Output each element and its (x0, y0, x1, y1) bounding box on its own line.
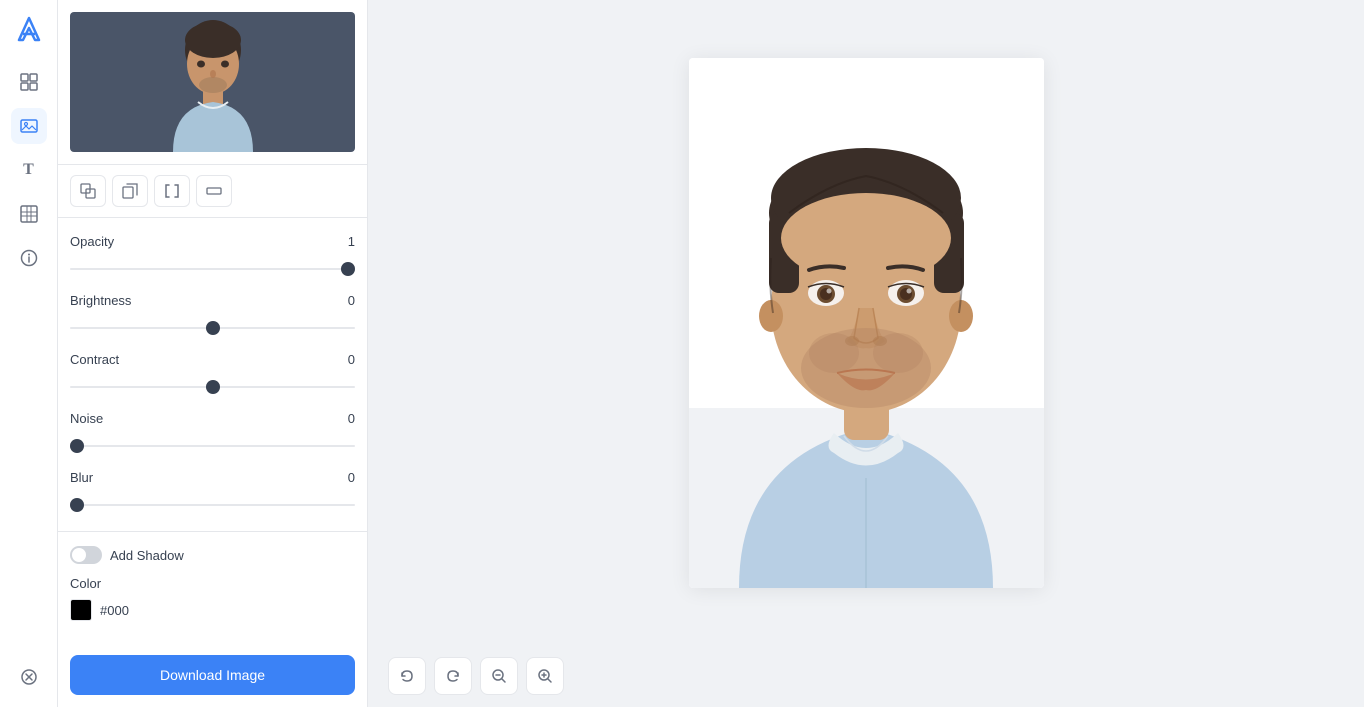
icon-sidebar: T (0, 0, 58, 707)
zoom-out-button[interactable] (480, 657, 518, 695)
add-shadow-label: Add Shadow (110, 548, 184, 563)
contrast-value: 0 (348, 352, 355, 367)
color-swatch-row: #000 (70, 599, 355, 621)
brightness-label: Brightness (70, 293, 131, 308)
app-logo (11, 12, 47, 48)
photo-frame (689, 58, 1044, 588)
blur-header: Blur 0 (70, 470, 355, 485)
brightness-value: 0 (348, 293, 355, 308)
shadow-toggle-row: Add Shadow (70, 546, 355, 564)
noise-value: 0 (348, 411, 355, 426)
redo-button[interactable] (434, 657, 472, 695)
toggle-knob (72, 548, 86, 562)
main-portrait (689, 58, 1044, 588)
contrast-label: Contract (70, 352, 119, 367)
bottom-toolbar (368, 645, 1364, 707)
noise-label: Noise (70, 411, 103, 426)
blur-value: 0 (348, 470, 355, 485)
contrast-header: Contract 0 (70, 352, 355, 367)
main-canvas (368, 0, 1364, 707)
opacity-label: Opacity (70, 234, 114, 249)
crop-ratio-btn[interactable] (196, 175, 232, 207)
sidebar-grid-btn[interactable] (11, 64, 47, 100)
shadow-color-swatch[interactable] (70, 599, 92, 621)
contrast-slider[interactable] (70, 386, 355, 388)
shadow-color-hex: #000 (100, 603, 129, 618)
noise-slider[interactable] (70, 445, 355, 447)
thumbnail-area (58, 0, 367, 165)
crop-bracket-btn[interactable] (154, 175, 190, 207)
shadow-section: Add Shadow Color #000 (58, 531, 367, 643)
blur-group: Blur 0 (70, 470, 355, 511)
crop-tools (58, 165, 367, 218)
blur-label: Blur (70, 470, 93, 485)
sidebar-image-btn[interactable] (11, 108, 47, 144)
canvas-content (368, 0, 1364, 645)
shadow-toggle[interactable] (70, 546, 102, 564)
brightness-header: Brightness 0 (70, 293, 355, 308)
noise-group: Noise 0 (70, 411, 355, 452)
crop-overlap-btn[interactable] (70, 175, 106, 207)
brightness-slider[interactable] (70, 327, 355, 329)
opacity-group: Opacity 1 (70, 234, 355, 275)
sidebar-close-btn[interactable] (11, 659, 47, 695)
blur-slider[interactable] (70, 504, 355, 506)
adjustments-panel: Opacity 1 Brightness 0 Contract 0 Noise (58, 218, 367, 531)
sidebar-info-btn[interactable] (11, 240, 47, 276)
brightness-group: Brightness 0 (70, 293, 355, 334)
sidebar-text-btn[interactable]: T (11, 152, 47, 188)
noise-header: Noise 0 (70, 411, 355, 426)
opacity-header: Opacity 1 (70, 234, 355, 249)
sidebar-bottom (11, 659, 47, 707)
sidebar-pattern-btn[interactable] (11, 196, 47, 232)
contrast-group: Contract 0 (70, 352, 355, 393)
color-row: Color (70, 576, 355, 591)
crop-copy-btn[interactable] (112, 175, 148, 207)
zoom-in-button[interactable] (526, 657, 564, 695)
color-label: Color (70, 576, 101, 591)
undo-button[interactable] (388, 657, 426, 695)
tools-panel: Opacity 1 Brightness 0 Contract 0 Noise (58, 0, 368, 707)
thumbnail-image (70, 12, 355, 152)
opacity-value: 1 (348, 234, 355, 249)
download-button[interactable]: Download Image (70, 655, 355, 695)
opacity-slider[interactable] (70, 268, 355, 270)
